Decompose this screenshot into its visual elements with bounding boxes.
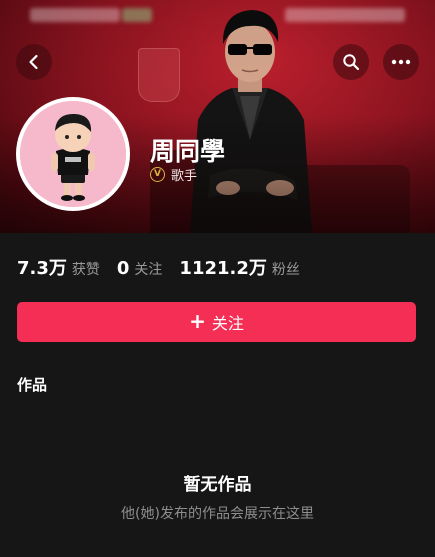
follow-button[interactable]: + 关注 xyxy=(17,302,416,342)
stat-likes: 7.3万 获赞 xyxy=(17,254,100,280)
back-button[interactable] xyxy=(16,44,52,80)
stat-value: 0 xyxy=(116,258,130,279)
search-button[interactable] xyxy=(333,44,369,80)
more-button[interactable] xyxy=(383,44,419,80)
more-horizontal-icon xyxy=(391,59,411,65)
status-bar-blur xyxy=(122,8,152,22)
verification-row: V 歌手 xyxy=(150,165,197,184)
stat-following[interactable]: 0 关注 xyxy=(117,258,163,279)
avatar-figure-image xyxy=(20,101,126,207)
stat-value: 1121.2万 xyxy=(179,258,267,279)
stat-value: 7.3万 xyxy=(17,258,67,279)
search-icon xyxy=(343,54,360,71)
empty-state-title: 暂无作品 xyxy=(183,475,252,495)
works-section-title: 作品 xyxy=(17,376,48,394)
empty-state-description: 他(她)发布的作品会展示在这里 xyxy=(121,506,314,522)
stat-label: 粉丝 xyxy=(271,262,300,278)
stat-followers[interactable]: 1121.2万 粉丝 xyxy=(179,254,299,280)
status-bar-blur xyxy=(30,8,120,22)
follow-button-label: 关注 xyxy=(211,314,244,333)
stat-label: 关注 xyxy=(134,262,163,278)
profile-name: 周同學 xyxy=(150,137,226,166)
profile-role: 歌手 xyxy=(171,169,198,184)
avatar[interactable] xyxy=(20,101,126,207)
profile-page: 周同學 V 歌手 7.3万 获赞 0 关注 1121.2万 粉丝 + 关注 作品… xyxy=(0,0,435,557)
verified-badge-icon: V xyxy=(150,167,165,182)
status-bar-blur xyxy=(285,8,405,22)
chevron-left-icon xyxy=(29,54,38,70)
profile-stats: 7.3万 获赞 0 关注 1121.2万 粉丝 xyxy=(17,254,317,280)
plus-icon: + xyxy=(189,309,206,333)
stat-label: 获赞 xyxy=(71,262,100,278)
